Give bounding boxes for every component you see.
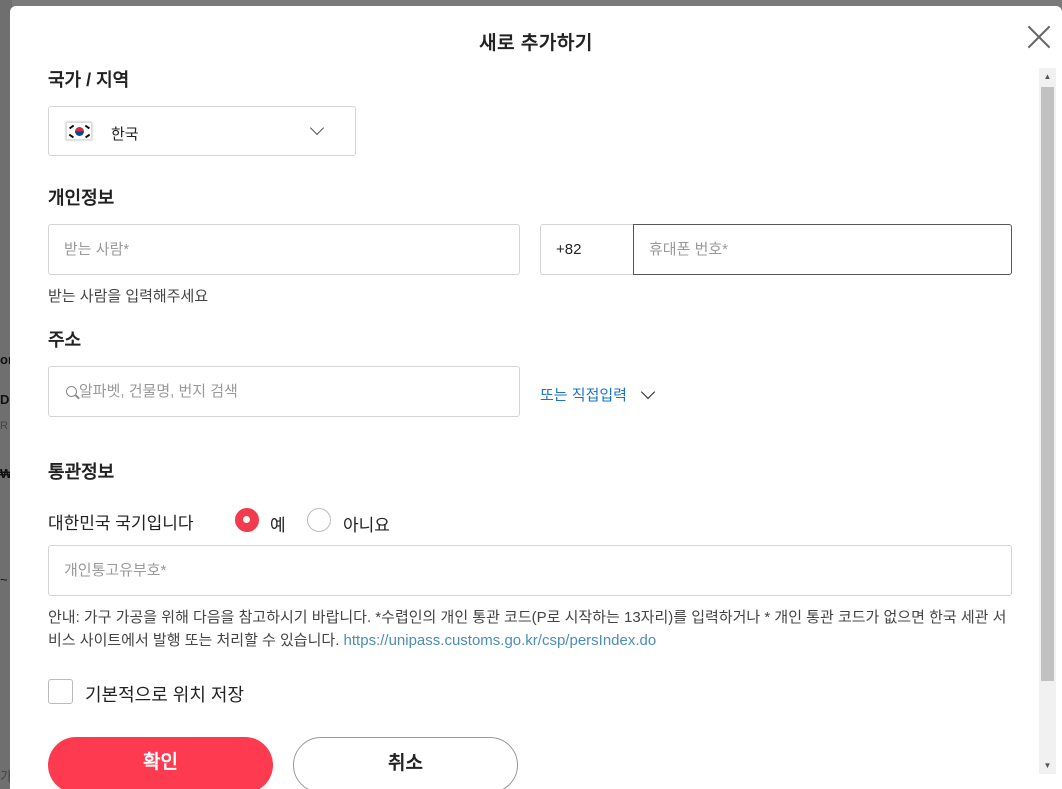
country-section-label: 국가 / 지역 — [48, 70, 130, 90]
modal-title: 새로 추가하기 — [479, 33, 593, 54]
cancel-button[interactable]: 취소 — [293, 737, 518, 789]
phone-number-input[interactable]: 휴대폰 번호* — [633, 224, 1012, 275]
country-select[interactable]: 한국 — [48, 106, 356, 156]
radio-no[interactable] — [307, 508, 331, 532]
customs-section-label: 통관정보 — [48, 462, 115, 482]
phone-country-code[interactable]: +82 — [540, 224, 636, 275]
radio-yes-label[interactable]: 예 — [270, 511, 286, 536]
korea-flag-icon — [66, 122, 92, 140]
scroll-down-arrow-icon[interactable]: ▼ — [1039, 757, 1056, 774]
recipient-name-input[interactable]: 받는 사람* — [48, 224, 520, 275]
search-icon — [66, 386, 77, 397]
close-icon[interactable] — [1024, 22, 1054, 52]
nationality-question: 대한민국 국기입니다 — [48, 514, 194, 533]
background-text: D — [0, 392, 10, 407]
chevron-down-icon[interactable] — [640, 384, 656, 400]
confirm-button[interactable]: 확인 — [48, 737, 273, 789]
save-default-checkbox[interactable] — [48, 679, 73, 704]
customs-notice: 안내: 가구 가공을 위해 다음을 참고하시기 바랍니다. *수렵인의 개인 통… — [48, 606, 1018, 652]
radio-no-label[interactable]: 아니요 — [343, 511, 390, 536]
add-address-modal: 새로 추가하기 ▲ ▼ 국가 / 지역 한국 개인정보 받는 사람* +82 휴… — [10, 6, 1062, 789]
address-search-input[interactable]: 알파벳, 건물명, 번지 검색 — [48, 366, 520, 417]
radio-yes[interactable] — [235, 508, 259, 532]
chevron-down-icon — [309, 120, 325, 136]
background-text: ~ — [0, 572, 8, 587]
scrollbar-thumb[interactable] — [1041, 87, 1054, 681]
recipient-hint: 받는 사람을 입력해주세요 — [48, 288, 209, 305]
personal-section-label: 개인정보 — [48, 188, 115, 208]
save-default-label[interactable]: 기본적으로 위치 저장 — [85, 681, 244, 707]
country-select-value: 한국 — [111, 126, 139, 143]
scrollbar[interactable]: ▲ ▼ — [1039, 68, 1056, 774]
address-section-label: 주소 — [48, 330, 82, 350]
background-text: R — [0, 420, 8, 432]
manual-entry-link[interactable]: 또는 직접입력 — [540, 384, 627, 405]
scroll-up-arrow-icon[interactable]: ▲ — [1039, 68, 1056, 85]
customs-site-link[interactable]: https://unipass.customs.go.kr/csp/persIn… — [344, 632, 657, 649]
customs-code-input[interactable]: 개인통고유부호* — [48, 545, 1012, 596]
